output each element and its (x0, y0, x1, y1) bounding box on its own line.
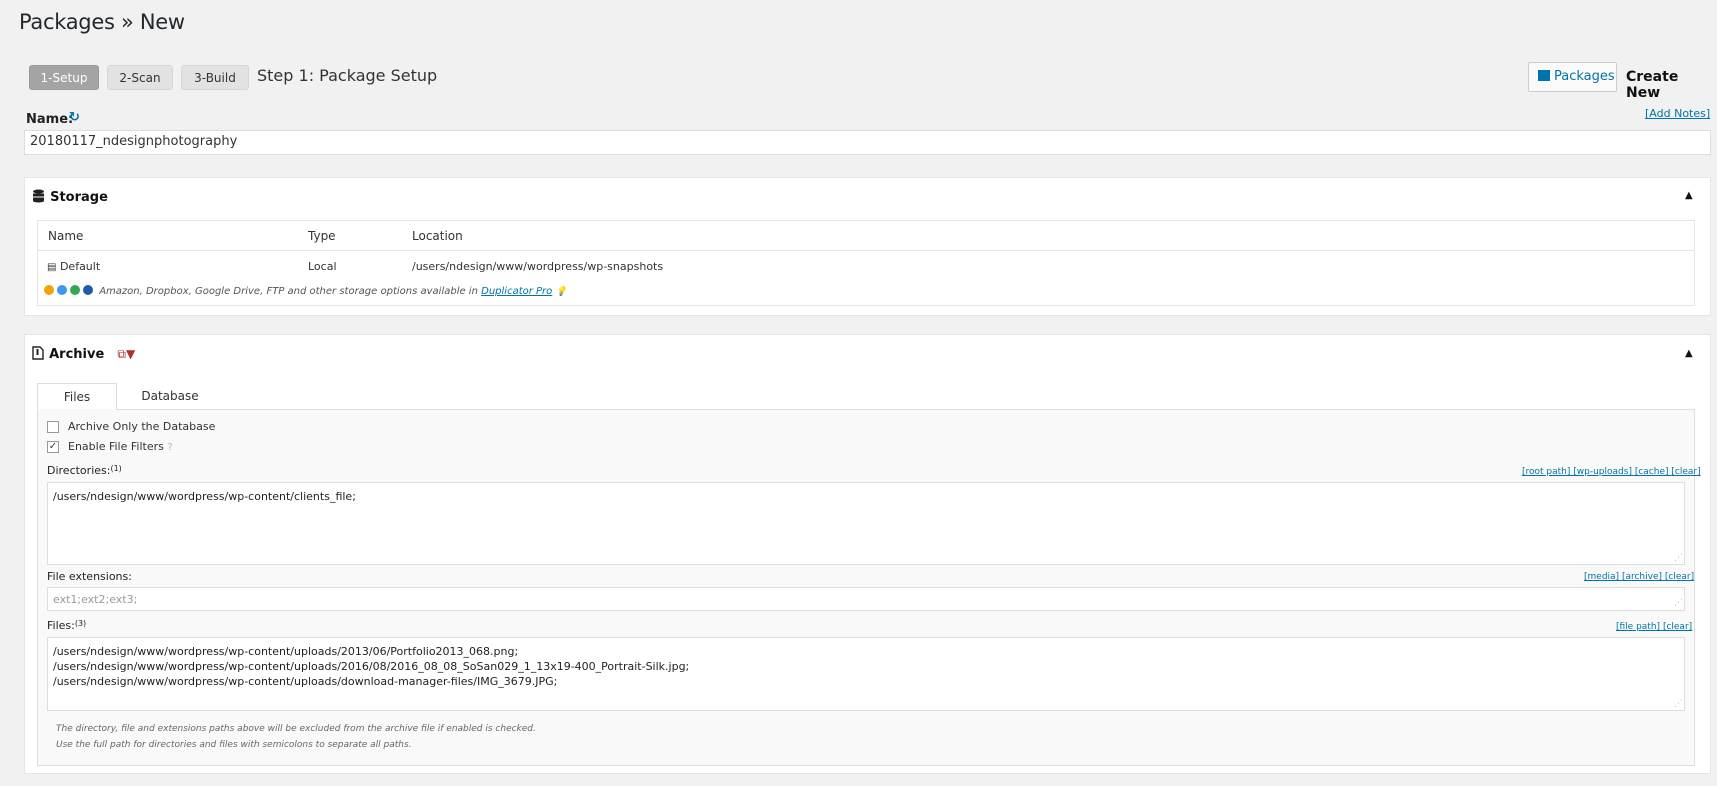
page-title: Packages » New (19, 10, 185, 34)
storage-row-location: /users/ndesign/www/wordpress/wp-snapshot… (412, 260, 664, 273)
storage-table-divider (37, 250, 1695, 251)
step-2-scan[interactable]: 2-Scan (107, 65, 173, 90)
resize-grip-icon[interactable]: ⋰ (1674, 699, 1683, 709)
directories-count: (1) (110, 464, 122, 473)
extensions-quick-links: [media] [archive] [clear] (1584, 572, 1694, 582)
files-label: Files:(3) (47, 619, 86, 632)
filter-note-2: Use the full path for directories and fi… (56, 740, 412, 750)
amazon-icon (44, 285, 54, 295)
resize-grip-icon[interactable]: ⋰ (1674, 598, 1683, 608)
files-quick-links: [file path] [clear] (1616, 622, 1692, 632)
storage-header[interactable]: Storage (32, 186, 108, 205)
archive-header[interactable]: Archive ⧉▼ (32, 343, 135, 362)
tab-files[interactable]: Files (37, 383, 117, 410)
archive-collapse-icon[interactable]: ▲ (1685, 348, 1693, 359)
storage-collapse-icon[interactable]: ▲ (1685, 190, 1693, 201)
file-path-line: /users/ndesign/www/wordpress/wp-content/… (53, 675, 558, 688)
col-name: Name (48, 229, 84, 243)
file-path-link[interactable]: [file path] (1616, 622, 1660, 632)
storage-title: Storage (50, 190, 108, 205)
archive-only-db-label: Archive Only the Database (68, 420, 216, 433)
name-label: Name: (26, 112, 74, 127)
root-path-link[interactable]: [root path] (1522, 467, 1570, 477)
filter-icon[interactable]: ▼ (126, 347, 135, 361)
dropbox-icon (57, 285, 67, 295)
add-notes-link[interactable]: [Add Notes] (1645, 107, 1710, 120)
directories-label-text: Directories: (47, 464, 111, 477)
archive-ext-link[interactable]: [archive] (1622, 572, 1662, 582)
enable-file-filters-text: Enable File Filters (68, 440, 164, 453)
package-name-input[interactable]: 20180117_ndesignphotography (24, 130, 1711, 155)
google-drive-icon (70, 285, 80, 295)
help-icon[interactable]: ? (167, 442, 172, 453)
archive-only-db-checkbox[interactable] (47, 421, 59, 433)
filter-note-1: The directory, file and extensions paths… (56, 724, 536, 734)
lightbulb-icon: 💡 (555, 287, 567, 297)
step-1-setup[interactable]: 1-Setup (29, 65, 99, 90)
step-title: Step 1: Package Setup (257, 66, 438, 85)
enable-file-filters-checkbox[interactable]: ✓ (47, 441, 59, 453)
directories-textarea[interactable]: /users/ndesign/www/wordpress/wp-content/… (47, 482, 1685, 565)
database-icon (33, 189, 44, 203)
tab-database[interactable]: Database (118, 383, 222, 410)
files-label-text: Files: (47, 619, 75, 632)
cache-link[interactable]: [cache] (1635, 467, 1669, 477)
packages-button[interactable]: Packages (1528, 62, 1617, 92)
archive-title: Archive (49, 347, 105, 362)
create-new-label: Create New (1626, 69, 1679, 101)
server-icon: ▤ (47, 262, 57, 273)
packages-icon (1538, 70, 1550, 81)
archive-file-icon (32, 346, 44, 360)
copy-icon[interactable]: ⧉ (117, 347, 126, 361)
col-location: Location (412, 229, 463, 243)
directories-quick-links: [root path] [wp-uploads] [cache] [clear] (1522, 467, 1701, 477)
media-link[interactable]: [media] (1584, 572, 1619, 582)
directories-clear-link[interactable]: [clear] (1671, 467, 1700, 477)
enable-file-filters-label: Enable File Filters ? (68, 440, 173, 453)
promo-text: Amazon, Dropbox, Google Drive, FTP and o… (99, 286, 478, 297)
files-count: (3) (74, 619, 87, 628)
duplicator-pro-link[interactable]: Duplicator Pro (481, 286, 552, 297)
file-path-line: /users/ndesign/www/wordpress/wp-content/… (53, 660, 690, 673)
file-extensions-label: File extensions: (47, 570, 132, 583)
resize-grip-icon[interactable]: ⋰ (1674, 553, 1683, 563)
step-3-build[interactable]: 3-Build (181, 65, 249, 90)
files-clear-link[interactable]: [clear] (1663, 622, 1692, 632)
col-type: Type (308, 229, 336, 243)
storage-row-name: Default (59, 260, 101, 273)
directories-label: Directories:(1) (47, 464, 122, 477)
file-path-line: /users/ndesign/www/wordpress/wp-content/… (53, 645, 519, 658)
storage-promo: Amazon, Dropbox, Google Drive, FTP and o… (44, 285, 567, 297)
file-extensions-input[interactable]: ext1;ext2;ext3; (47, 587, 1685, 611)
wp-uploads-link[interactable]: [wp-uploads] (1573, 467, 1632, 477)
storage-row-default[interactable]: ▤ Default (47, 260, 100, 273)
refresh-name-icon[interactable]: ↻ (69, 110, 80, 125)
files-textarea[interactable]: /users/ndesign/www/wordpress/wp-content/… (47, 637, 1685, 711)
packages-button-label: Packages (1554, 69, 1615, 84)
extensions-clear-link[interactable]: [clear] (1665, 572, 1694, 582)
ftp-icon (83, 285, 93, 295)
storage-row-type: Local (308, 260, 337, 273)
